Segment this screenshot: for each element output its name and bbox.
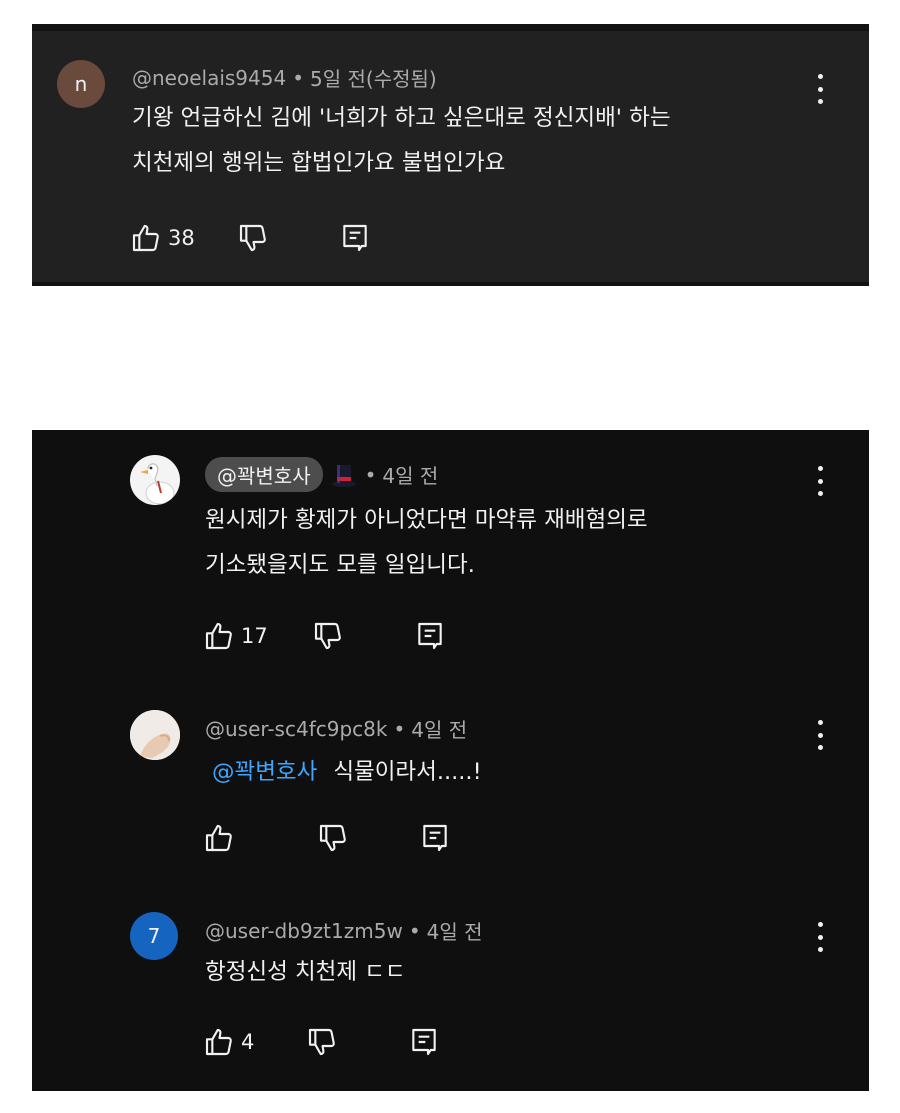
- comment-actions: 38: [130, 222, 371, 254]
- comment-card-1: n @neoelais9454 • 5일 전(수정됨) 기왕 언급하신 김에 '…: [32, 24, 869, 286]
- reply-icon[interactable]: [414, 620, 446, 652]
- comment-line: 식물이라서.....!: [333, 759, 482, 785]
- timestamp[interactable]: 4일 전: [427, 916, 483, 945]
- timestamp[interactable]: 4일 전: [411, 714, 467, 743]
- timestamp[interactable]: 5일 전(수정됨): [310, 63, 437, 92]
- avatar-letter: n: [74, 72, 88, 96]
- author-handle[interactable]: @user-db9zt1zm5w: [205, 919, 403, 943]
- top-hat-icon: [329, 460, 359, 490]
- author-handle[interactable]: @neoelais9454: [132, 66, 286, 90]
- timestamp[interactable]: 4일 전: [382, 460, 438, 489]
- author-handle[interactable]: @꽉변호사: [205, 457, 323, 492]
- comment-line: 원시제가 황제가 아니었다면 마약류 재배혐의로: [205, 507, 648, 533]
- thumbs-up-icon[interactable]: [203, 822, 235, 854]
- comment-text: 항정신성 치천제 ㄷㄷ: [205, 950, 406, 995]
- comment-line: 항정신성 치천제 ㄷㄷ: [205, 959, 406, 985]
- thumbs-up-icon[interactable]: [130, 222, 162, 254]
- reply-icon[interactable]: [408, 1026, 440, 1058]
- thumbs-down-icon[interactable]: [317, 822, 349, 854]
- reply-icon[interactable]: [339, 222, 371, 254]
- author-handle[interactable]: @user-sc4fc9pc8k: [205, 717, 387, 741]
- photo-avatar-icon[interactable]: [130, 710, 180, 760]
- separator: •: [393, 716, 406, 741]
- avatar-letter: 7: [147, 924, 161, 948]
- thumbs-up-icon[interactable]: [203, 1026, 235, 1058]
- comment-text: @꽉변호사 식물이라서.....!: [212, 750, 482, 795]
- avatar[interactable]: n: [57, 60, 105, 108]
- separator: •: [408, 918, 421, 943]
- comment-text: 기왕 언급하신 김에 '너희가 하고 싶은대로 정신지배' 하는 치천제의 행위…: [132, 96, 671, 186]
- goose-icon[interactable]: [130, 455, 180, 505]
- comment-meta: @user-db9zt1zm5w • 4일 전: [205, 916, 483, 945]
- mention-link[interactable]: @꽉변호사: [212, 759, 317, 785]
- comment-meta: @user-sc4fc9pc8k • 4일 전: [205, 714, 467, 743]
- separator: •: [292, 65, 305, 90]
- thumbs-up-icon[interactable]: [203, 620, 235, 652]
- comment-text: 원시제가 황제가 아니었다면 마약류 재배혐의로 기소됐을지도 모를 일입니다.: [205, 498, 648, 588]
- comment-actions: 17: [203, 620, 446, 652]
- comment-line: 기왕 언급하신 김에 '너희가 하고 싶은대로 정신지배' 하는: [132, 105, 671, 131]
- separator: •: [364, 462, 377, 487]
- comment-thread: @꽉변호사 • 4일 전 원시제가 황제가 아니었다면 마약류 재배혐의로 기소…: [32, 430, 869, 1091]
- comment-meta: @꽉변호사 • 4일 전: [205, 457, 438, 492]
- comment-actions: [203, 822, 451, 854]
- thumbs-down-icon[interactable]: [237, 222, 269, 254]
- like-count: 17: [241, 624, 268, 648]
- more-vert-icon[interactable]: [815, 922, 825, 952]
- comment-meta: @neoelais9454 • 5일 전(수정됨): [132, 63, 437, 92]
- comment-line: 기소됐을지도 모를 일입니다.: [205, 552, 475, 578]
- like-count: 4: [241, 1030, 255, 1054]
- thumbs-down-icon[interactable]: [312, 620, 344, 652]
- more-vert-icon[interactable]: [815, 74, 825, 104]
- reply-icon[interactable]: [419, 822, 451, 854]
- thumbs-down-icon[interactable]: [306, 1026, 338, 1058]
- avatar[interactable]: 7: [130, 912, 178, 960]
- comment-line: 치천제의 행위는 합법인가요 불법인가요: [132, 150, 506, 176]
- like-count: 38: [168, 226, 195, 250]
- more-vert-icon[interactable]: [815, 720, 825, 750]
- more-vert-icon[interactable]: [815, 466, 825, 496]
- comment-actions: 4: [203, 1026, 440, 1058]
